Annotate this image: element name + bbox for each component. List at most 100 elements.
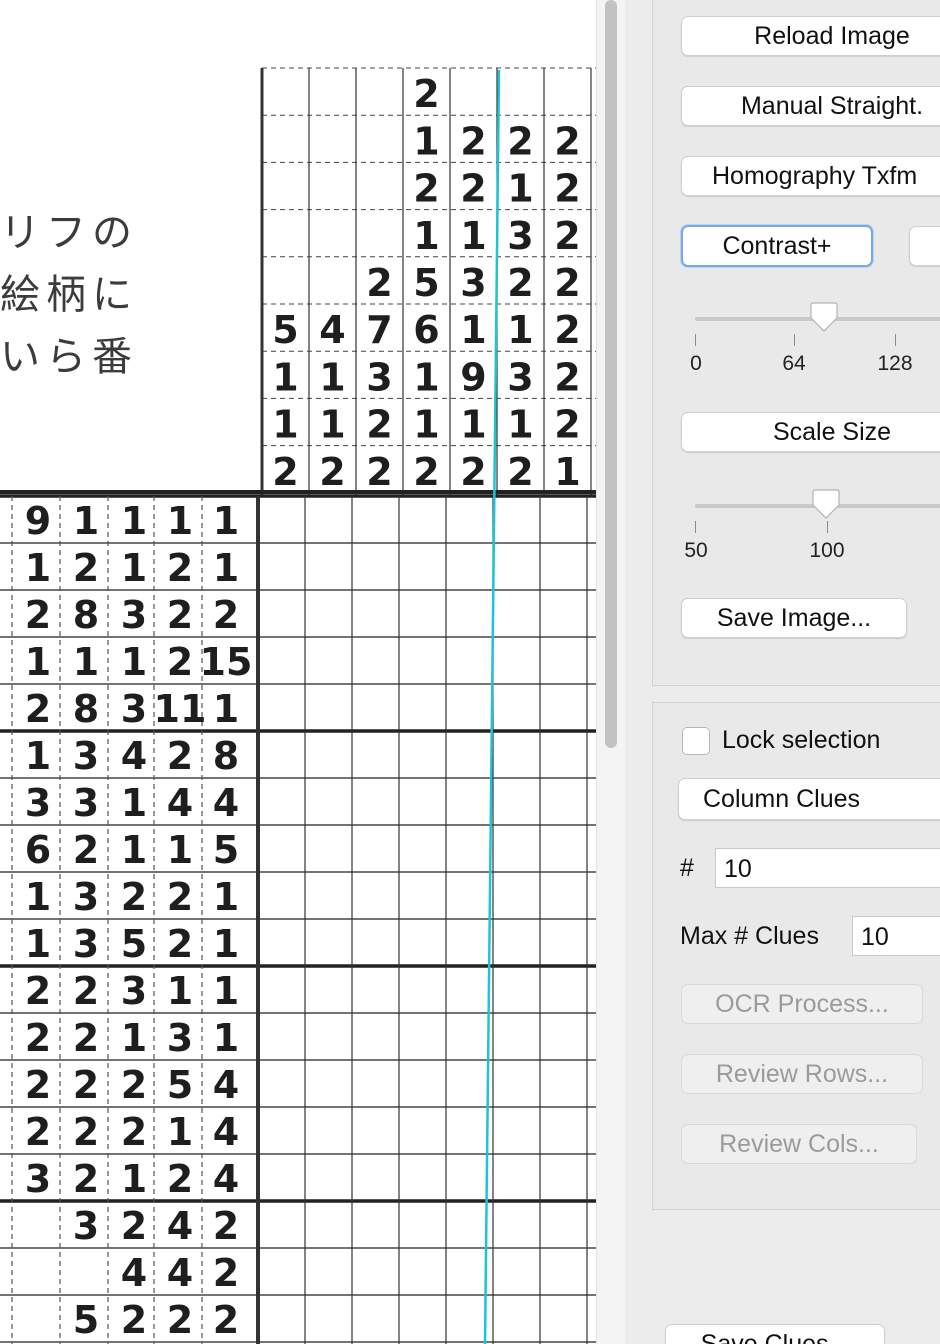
row-clue-number: 2 (167, 1157, 193, 1201)
column-clue-number: 1 (272, 355, 298, 399)
max-clues-field[interactable]: 10 (852, 916, 940, 956)
row-clue-number: 1 (167, 828, 193, 872)
contrast-plus-button[interactable]: Contrast+ (681, 225, 873, 267)
row-clue-number: 1 (213, 922, 239, 966)
row-clue-number: 2 (73, 828, 99, 872)
row-clue-number: 1 (73, 499, 99, 543)
row-clue-number: 2 (25, 1016, 51, 1060)
row-clue-number: 3 (25, 1157, 51, 1201)
row-clue-number: 6 (25, 828, 51, 872)
row-clue-number: 1 (121, 1157, 147, 1201)
column-clue-number: 6 (413, 308, 439, 352)
column-clue-number: 2 (319, 450, 345, 494)
row-clue-number: 3 (73, 1204, 99, 1248)
contrast-slider[interactable]: 0 64 128 (690, 300, 940, 375)
row-clue-number: 1 (25, 546, 51, 590)
contrast-tick-64: 64 (782, 352, 806, 375)
column-clue-number: 1 (272, 403, 298, 447)
row-clue-number: 4 (213, 1063, 239, 1107)
row-clue-number: 2 (213, 1204, 239, 1248)
row-clue-number: 5 (213, 828, 239, 872)
row-clue-number: 2 (73, 546, 99, 590)
manual-straighten-label: Manual Straight. (740, 92, 924, 120)
row-clue-number: 5 (73, 1298, 99, 1342)
row-clue-number: 2 (25, 687, 51, 731)
row-clue-number: 1 (213, 687, 239, 731)
save-clues-button[interactable]: Save Clues... (665, 1324, 885, 1344)
row-clue-number: 1 (25, 640, 51, 684)
row-clue-number: 4 (213, 1157, 239, 1201)
image-canvas[interactable]: リフの 絵柄に いら番 5112411227322212156112221319… (0, 0, 596, 1344)
row-clue-number: 1 (213, 969, 239, 1013)
contrast-minus-button[interactable] (909, 226, 940, 266)
row-clue-number: 1 (121, 640, 147, 684)
column-clue-number: 3 (366, 355, 392, 399)
column-clue-number: 1 (319, 403, 345, 447)
column-clue-number: 1 (460, 214, 486, 258)
row-clue-number: 8 (73, 593, 99, 637)
row-clue-number: 5 (121, 922, 147, 966)
review-rows-button[interactable]: Review Rows... (681, 1054, 923, 1094)
save-image-button[interactable]: Save Image... (681, 598, 907, 638)
row-clue-number: 1 (213, 875, 239, 919)
number-label: # (680, 854, 694, 882)
column-clue-number: 2 (554, 167, 580, 211)
scale-size-label: Scale Size (772, 418, 892, 446)
row-clue-number: 1 (167, 969, 193, 1013)
column-clue-number: 2 (507, 450, 533, 494)
row-clue-number: 2 (25, 1110, 51, 1154)
homography-transform-button[interactable]: Homography Txfm (681, 156, 940, 196)
reload-image-button[interactable]: Reload Image (681, 16, 940, 56)
homography-label: Homography Txfm (712, 162, 918, 190)
row-clue-number: 2 (121, 875, 147, 919)
row-clue-number: 3 (73, 875, 99, 919)
row-clue-number: 5 (167, 1063, 193, 1107)
review-cols-button[interactable]: Review Cols... (681, 1124, 917, 1164)
tick-mark (695, 521, 696, 533)
column-clue-number: 5 (272, 308, 298, 352)
row-clue-number: 2 (213, 593, 239, 637)
review-cols-label: Review Cols... (719, 1130, 879, 1158)
column-clue-number: 1 (413, 355, 439, 399)
contrast-plus-label: Contrast+ (722, 232, 832, 260)
column-clue-number: 2 (554, 261, 580, 305)
scale-slider[interactable]: 50 100 (684, 487, 940, 562)
row-clue-number: 2 (73, 1110, 99, 1154)
alignment-guide-line (483, 69, 501, 1344)
column-clue-number: 2 (554, 355, 580, 399)
column-clue-number: 1 (413, 403, 439, 447)
row-clue-number: 2 (25, 969, 51, 1013)
lock-selection-checkbox[interactable] (682, 727, 710, 755)
column-clue-number: 1 (413, 214, 439, 258)
clue-type-select[interactable]: Column Clues (678, 778, 940, 820)
scrollbar-thumb[interactable] (605, 0, 617, 748)
ocr-process-button[interactable]: OCR Process... (681, 984, 923, 1024)
row-clue-number: 3 (25, 781, 51, 825)
row-clue-number: 2 (25, 593, 51, 637)
row-clue-number: 2 (73, 1016, 99, 1060)
row-clue-number: 2 (73, 1063, 99, 1107)
vertical-scrollbar[interactable] (596, 0, 625, 1344)
manual-straighten-button[interactable]: Manual Straight. (681, 86, 940, 126)
column-clue-number: 3 (507, 355, 533, 399)
row-clue-number: 3 (73, 781, 99, 825)
save-clues-label: Save Clues... (700, 1330, 850, 1344)
column-clue-number: 1 (413, 119, 439, 163)
row-clue-number: 3 (121, 969, 147, 1013)
column-clue-number: 2 (507, 119, 533, 163)
column-clue-number: 5 (413, 261, 439, 305)
tick-mark (695, 334, 696, 346)
number-field[interactable]: 10 (715, 848, 940, 888)
lock-selection-label: Lock selection (722, 726, 881, 754)
reload-image-label: Reload Image (754, 22, 910, 50)
contrast-slider-thumb[interactable] (809, 302, 839, 332)
scale-slider-thumb[interactable] (811, 489, 841, 519)
column-clue-number: 2 (272, 450, 298, 494)
column-clue-number: 2 (460, 119, 486, 163)
row-clue-number: 4 (121, 734, 147, 778)
row-clue-number: 1 (213, 1016, 239, 1060)
row-clue-number: 2 (167, 875, 193, 919)
column-clue-number: 1 (460, 308, 486, 352)
row-clue-number: 1 (25, 734, 51, 778)
scale-size-button[interactable]: Scale Size (681, 412, 940, 452)
